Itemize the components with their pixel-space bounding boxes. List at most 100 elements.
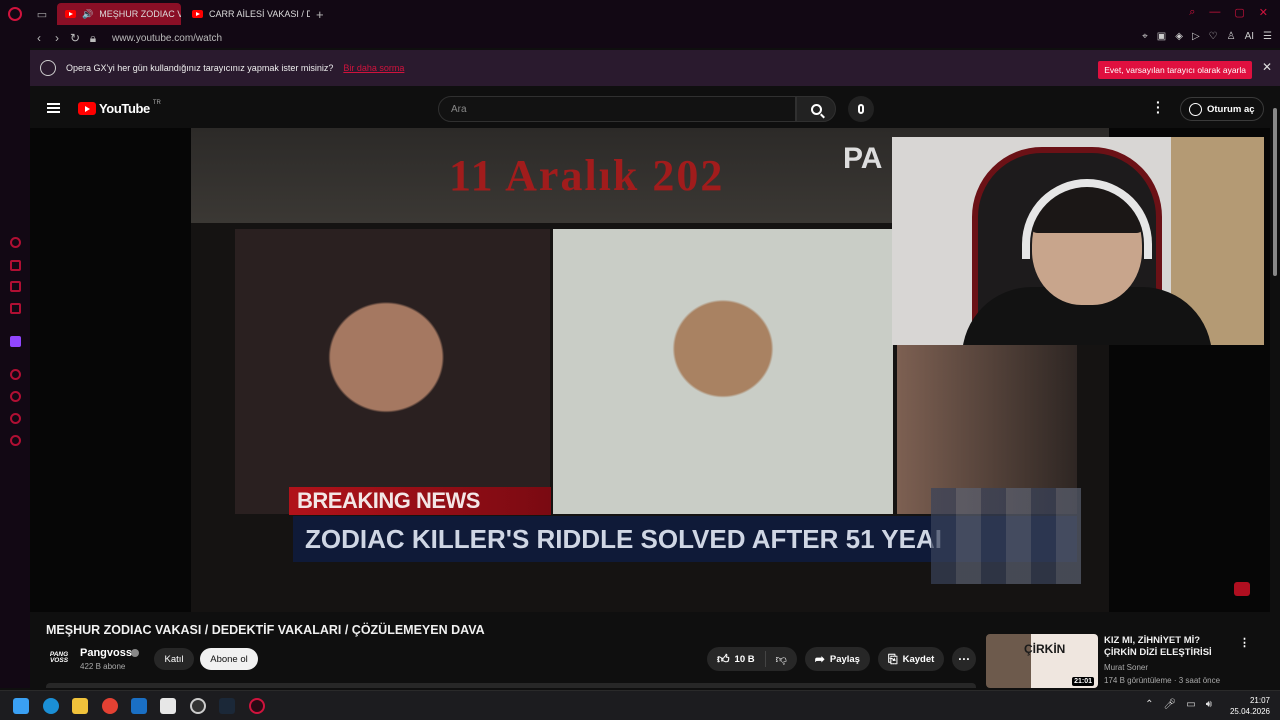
tab-label: MEŞHUR ZODIAC VAK [99, 9, 181, 19]
opera-icon [40, 60, 56, 76]
tab-zodiac[interactable]: 🔊 MEŞHUR ZODIAC VAK [57, 3, 181, 25]
video-overlay-text: PA [843, 142, 883, 175]
ai-icon[interactable]: AI [1245, 31, 1254, 42]
steam-icon[interactable] [219, 698, 235, 714]
windows-start-icon[interactable] [13, 698, 29, 714]
youtube-header: YouTube TR ··· Oturum aç [30, 90, 1270, 128]
minimize-icon[interactable]: — [1209, 6, 1220, 19]
pin-icon[interactable]: ⌖ [1142, 31, 1148, 42]
recommended-title[interactable]: KIZ MI, ZİHNİYET Mİ? ÇİRKİN DİZİ ELEŞTİR… [1104, 635, 1234, 659]
window-controls: ⌕ — ▢ ✕ [1189, 6, 1268, 19]
tray-display-icon[interactable]: ▭ [1186, 699, 1195, 710]
scrollbar-thumb[interactable] [1273, 108, 1277, 276]
bookmark-icon: ⎘ [887, 651, 898, 666]
youtube-wordmark: YouTube [99, 101, 150, 116]
share-icon: ➦ [814, 652, 825, 666]
set-default-button[interactable]: Evet, varsayılan tarayıcı olarak ayarla [1098, 61, 1252, 79]
settings-more-icon[interactable]: · · · [1156, 95, 1161, 119]
edge-icon[interactable] [43, 698, 59, 714]
thumbs-up-icon: 👍︎ [717, 651, 730, 666]
back-icon[interactable]: ‹ [30, 31, 48, 45]
tab-overview-icon[interactable]: ▭ [30, 0, 54, 28]
heart-icon[interactable]: ♡ [1209, 31, 1218, 42]
user-icon [1189, 102, 1202, 116]
settings-icon[interactable] [10, 435, 21, 446]
opera-gx-logo-icon[interactable] [0, 0, 30, 28]
shield-icon[interactable]: ◈ [1175, 31, 1183, 42]
subscribe-button[interactable]: Abone ol [200, 648, 258, 670]
chrome-icon[interactable] [102, 698, 118, 714]
region-code: TR [152, 99, 161, 106]
channel-avatar[interactable]: PANG VOSS [46, 648, 72, 668]
signin-button[interactable]: Oturum aç [1180, 97, 1264, 121]
save-button[interactable]: ⎘ Kaydet [877, 647, 945, 671]
close-window-icon[interactable]: ✕ [1259, 6, 1268, 19]
outlook-icon[interactable] [131, 698, 147, 714]
youtube-favicon-icon [65, 10, 76, 18]
close-icon[interactable]: ✕ [1262, 60, 1272, 74]
tab-carr[interactable]: CARR AİLESİ VAKASI / DE [184, 3, 310, 25]
dislike-button[interactable]: 👎︎ [766, 653, 797, 666]
menu-icon[interactable]: ☰ [1263, 31, 1272, 42]
search-tabs-icon[interactable]: ⌕ [1189, 6, 1195, 19]
recommended-channel[interactable]: Murat Soner [1104, 663, 1148, 672]
snapshot-icon[interactable]: ▣ [1157, 31, 1166, 42]
gx-control-icon[interactable] [10, 237, 21, 248]
extensions-icon[interactable] [10, 413, 21, 424]
volume-icon[interactable]: 🔊︎ [1206, 699, 1212, 710]
recommended-more-icon[interactable]: ⋮ [1239, 636, 1250, 649]
channel-name[interactable]: Pangvoss [80, 647, 132, 659]
recommended-meta: 174 B görüntüleme · 3 saat önce [1104, 676, 1221, 685]
youtube-favicon-icon [192, 10, 203, 18]
video-date-text: 11 Aralık 202 [449, 151, 725, 200]
subscriber-count: 422 B abone [80, 662, 126, 671]
tab-label: CARR AİLESİ VAKASI / DE [209, 9, 310, 19]
verified-icon [131, 649, 139, 657]
new-tab-icon[interactable]: + [316, 7, 324, 22]
like-button[interactable]: 👍︎ 10 B [707, 651, 766, 667]
file-explorer-icon[interactable] [72, 698, 88, 714]
default-browser-notice: Opera GX'yi her gün kullandığınız tarayı… [30, 50, 1280, 86]
join-button[interactable]: Katıl [154, 648, 194, 670]
player-icon[interactable]: ▷ [1192, 31, 1200, 42]
description-box[interactable] [46, 683, 976, 688]
video-duration: 21:01 [1072, 677, 1094, 686]
search-icon [810, 103, 822, 115]
share-button[interactable]: ➦ Paylaş [804, 647, 870, 671]
opera-gx-taskbar-icon[interactable] [249, 698, 265, 714]
speaker-icon[interactable]: 🔊 [82, 9, 93, 20]
clock-time: 21:07 [1249, 696, 1270, 705]
share-label: Paylaş [829, 653, 860, 665]
like-count: 10 B [734, 653, 755, 665]
signin-label: Oturum aç [1207, 103, 1255, 115]
maximize-icon[interactable]: ▢ [1234, 6, 1244, 19]
chatgpt-icon[interactable] [190, 698, 206, 714]
messenger-icon[interactable] [10, 369, 21, 380]
channel-watermark-icon[interactable] [1234, 582, 1250, 596]
forward-icon[interactable]: › [48, 31, 66, 45]
dont-ask-link[interactable]: Bir daha sorma [343, 63, 404, 73]
recommended-thumbnail[interactable]: ÇİRKİN 21:01 [986, 634, 1098, 688]
page-scrollbar[interactable] [1272, 96, 1278, 686]
gx-player-icon[interactable] [10, 303, 21, 314]
youtube-logo[interactable]: YouTube TR [78, 99, 161, 116]
account-icon[interactable]: ♙ [1227, 31, 1236, 42]
search-input[interactable] [451, 97, 771, 121]
url-field[interactable]: www.youtube.com/watch [112, 33, 222, 44]
history-icon[interactable] [10, 391, 21, 402]
tray-mic-icon[interactable]: 🎤︎ [1164, 699, 1177, 710]
system-clock[interactable]: 21:07 25.04.2026 [1230, 695, 1270, 717]
lock-icon: 🔒︎ [89, 30, 97, 45]
tray-chevron-icon[interactable]: ⌃ [1145, 699, 1153, 710]
hamburger-menu-icon[interactable] [47, 103, 60, 113]
store-icon[interactable] [160, 698, 176, 714]
like-dislike-group: 👍︎ 10 B 👎︎ [707, 647, 797, 671]
more-actions-icon[interactable]: ··· [952, 647, 977, 671]
twitch-icon[interactable] [10, 336, 21, 347]
voice-search-button[interactable] [848, 96, 874, 122]
reload-icon[interactable]: ↻ [66, 31, 84, 45]
search-button[interactable] [796, 96, 836, 122]
gx-corner-icon[interactable] [10, 281, 21, 292]
gx-store-icon[interactable] [10, 260, 21, 271]
recommended-video[interactable]: ÇİRKİN 21:01 KIZ MI, ZİHNİYET Mİ? ÇİRKİN… [986, 634, 1252, 690]
